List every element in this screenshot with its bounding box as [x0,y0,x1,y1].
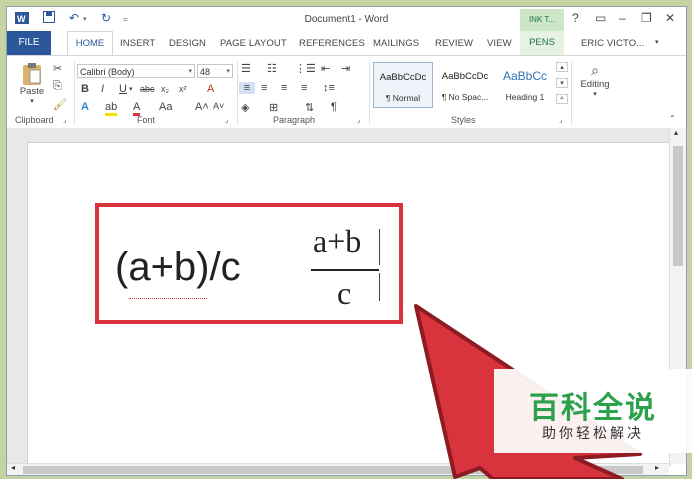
watermark: 百科全说 助你轻松解决 [494,369,692,453]
watermark-main-text: 百科全说 [529,391,657,426]
watermark-sub-text: 助你轻松解决 [542,426,644,442]
